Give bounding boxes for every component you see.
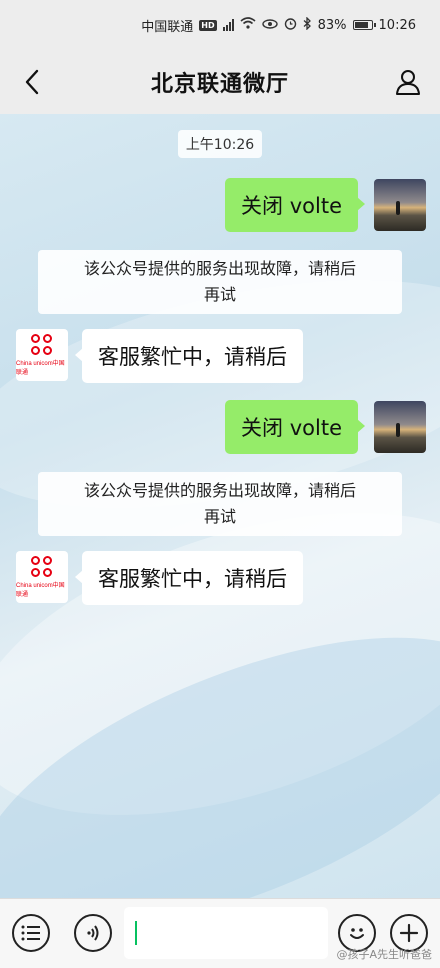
message-timestamp: 上午10:26 bbox=[177, 130, 263, 158]
unicom-logo-text: China unicom中国联通 bbox=[16, 583, 65, 598]
figure-icon bbox=[396, 423, 400, 437]
page-title: 北京联通微厅 bbox=[150, 72, 289, 97]
system-notice-line: 再试 bbox=[203, 285, 236, 304]
outgoing-message-bubble[interactable]: 关闭 volte bbox=[225, 400, 365, 454]
battery-icon bbox=[352, 20, 376, 30]
user-avatar[interactable] bbox=[374, 401, 426, 453]
eye-icon bbox=[261, 18, 278, 33]
chevron-left-icon bbox=[25, 69, 39, 95]
system-notice-line: 该公众号提供的服务出现故障，请稍后 bbox=[83, 259, 356, 278]
unicom-logo-icon bbox=[31, 334, 53, 356]
voice-icon bbox=[87, 925, 99, 941]
signal-icon bbox=[222, 19, 234, 31]
wifi-icon bbox=[240, 17, 256, 33]
bluetooth-icon bbox=[303, 15, 312, 34]
incoming-message-bubble[interactable]: 客服繁忙中，请稍后 bbox=[75, 551, 303, 605]
unicom-logo-icon bbox=[31, 556, 53, 578]
status-time: 10:26 bbox=[378, 17, 416, 33]
system-notice: 该公众号提供的服务出现故障，请稍后 再试 bbox=[38, 472, 402, 536]
hd-badge: HD bbox=[199, 19, 217, 31]
person-icon bbox=[396, 70, 420, 95]
menu-list-icon bbox=[21, 925, 40, 941]
menu-button[interactable] bbox=[12, 914, 50, 952]
profile-button[interactable] bbox=[390, 64, 426, 100]
back-button[interactable] bbox=[14, 64, 50, 100]
unicom-avatar[interactable]: China unicom中国联通 bbox=[16, 551, 68, 603]
unicom-avatar[interactable]: China unicom中国联通 bbox=[16, 329, 68, 381]
battery-percent: 83% bbox=[317, 17, 347, 33]
outgoing-message-bubble[interactable]: 关闭 volte bbox=[225, 178, 365, 232]
chat-header: 北京联通微厅 bbox=[0, 50, 440, 114]
incoming-message-bubble[interactable]: 客服繁忙中，请稍后 bbox=[75, 329, 303, 383]
input-bar: @孩子A先生听爸爸 bbox=[0, 898, 440, 968]
system-notice-line: 该公众号提供的服务出现故障，请稍后 bbox=[83, 481, 356, 500]
unicom-logo-text: China unicom中国联通 bbox=[16, 361, 65, 376]
voice-button[interactable] bbox=[74, 914, 112, 952]
emoji-icon bbox=[350, 928, 364, 939]
system-notice-line: 再试 bbox=[203, 507, 236, 526]
alarm-icon bbox=[284, 17, 297, 34]
text-cursor bbox=[135, 921, 137, 945]
chat-area[interactable]: 上午10:26 关闭 volte 该公众号提供的服务出现故障，请稍后 再试 Ch… bbox=[0, 114, 440, 898]
user-avatar[interactable] bbox=[374, 179, 426, 231]
system-notice: 该公众号提供的服务出现故障，请稍后 再试 bbox=[38, 250, 402, 314]
watermark: @孩子A先生听爸爸 bbox=[336, 948, 432, 961]
status-bar: 中国联通 HD 83% 10:26 bbox=[0, 0, 440, 50]
figure-icon bbox=[396, 201, 400, 215]
carrier-label: 中国联通 bbox=[141, 19, 194, 35]
plus-icon bbox=[399, 923, 419, 943]
message-input[interactable] bbox=[124, 907, 328, 959]
